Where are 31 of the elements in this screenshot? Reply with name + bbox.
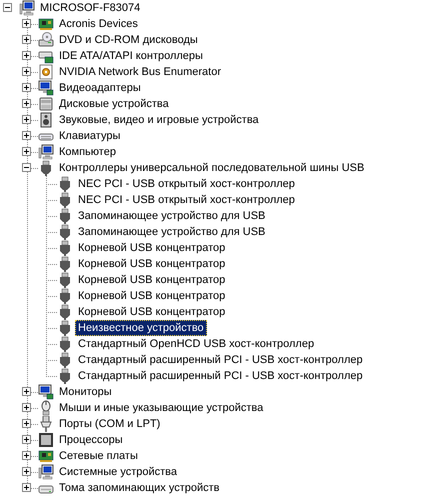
- tree-item[interactable]: IDE ATA/ATAPI контроллеры: [56, 48, 206, 64]
- tree-item[interactable]: MICROSOF-F83074: [37, 0, 144, 16]
- tree-item[interactable]: Дисковые устройства: [56, 96, 172, 112]
- tree-item[interactable]: Корневой USB концентратор: [75, 240, 228, 256]
- tree-item[interactable]: Клавиатуры: [56, 128, 124, 144]
- tree-item[interactable]: Запоминающее устройство для USB: [75, 224, 268, 240]
- tree-item[interactable]: Контроллеры универсальной последовательной шины USB: [56, 160, 368, 176]
- tree-item[interactable]: Компьютер: [56, 144, 119, 160]
- tree-item[interactable]: Процессоры: [56, 432, 126, 448]
- tree-item[interactable]: Стандартный расширенный PCI - USB хост-контроллер: [75, 352, 366, 368]
- tree-item[interactable]: Мыши и иные указывающие устройства: [56, 400, 266, 416]
- tree-item[interactable]: Корневой USB концентратор: [75, 256, 228, 272]
- tree-item[interactable]: Системные устройства: [56, 464, 180, 480]
- tree-item[interactable]: Тома запоминающих устройств: [56, 480, 223, 496]
- tree-item[interactable]: NEC PCI - USB открытый хост-контроллер: [75, 192, 298, 208]
- tree-item[interactable]: Порты (COM и LPT): [56, 416, 164, 432]
- tree-item[interactable]: Запоминающее устройство для USB: [75, 208, 268, 224]
- tree-item[interactable]: Корневой USB концентратор: [75, 288, 228, 304]
- tree-item[interactable]: Видеоадаптеры: [56, 80, 144, 96]
- tree-item[interactable]: Мониторы: [56, 384, 115, 400]
- tree-item[interactable]: Неизвестное устройство: [75, 320, 207, 336]
- tree-item[interactable]: Корневой USB концентратор: [75, 272, 228, 288]
- tree-item[interactable]: NEC PCI - USB открытый хост-контроллер: [75, 176, 298, 192]
- tree-item[interactable]: DVD и CD-ROM дисководы: [56, 32, 201, 48]
- tree-item[interactable]: Корневой USB концентратор: [75, 304, 228, 320]
- tree-item[interactable]: Стандартный OpenHCD USB хост-контроллер: [75, 336, 318, 352]
- tree-item[interactable]: Сетевые платы: [56, 448, 141, 464]
- tree-item[interactable]: Acronis Devices: [56, 16, 141, 32]
- tree-item[interactable]: Стандартный расширенный PCI - USB хост-контроллер: [75, 368, 366, 384]
- tree-item[interactable]: Звуковые, видео и игровые устройства: [56, 112, 262, 128]
- tree-item[interactable]: NVIDIA Network Bus Enumerator: [56, 64, 224, 80]
